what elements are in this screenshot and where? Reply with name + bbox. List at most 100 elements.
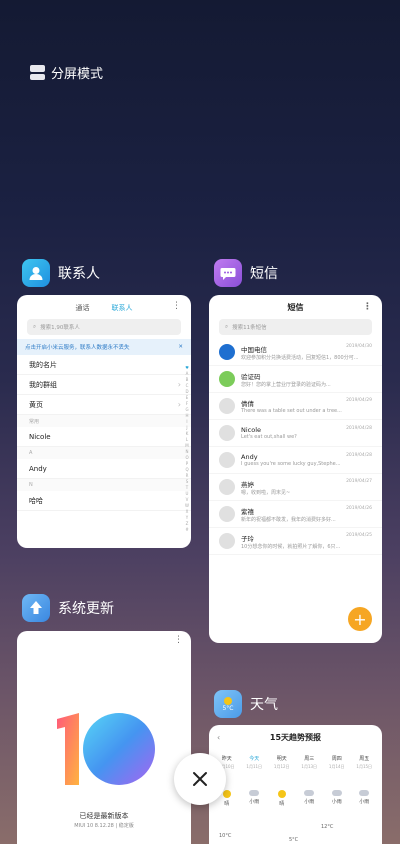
- forecast-day[interactable]: 周五 1月15日: [351, 755, 379, 770]
- alphabet-index[interactable]: ♥ A B C D E F G H I J K L M N O P Q R S T U V W X Y Z #: [185, 365, 189, 532]
- message-preview: 嗯，收到啦，周末见~: [241, 489, 291, 496]
- weather-app-name: 天气: [250, 697, 278, 713]
- day-name: 周五: [359, 756, 370, 762]
- weather-card[interactable]: ‹ 15天趋势预报 昨天 1月10日 今天 1月11日 明天 1月12日 周三 1月13日 周四…: [209, 725, 382, 844]
- forecast-condition: 小雨: [241, 790, 269, 807]
- avatar: [219, 452, 235, 468]
- day-name: 昨天: [221, 756, 232, 762]
- message-preview: I guess you're some lucky guy,Stephe...: [241, 461, 341, 467]
- list-item[interactable]: 我的名片: [17, 355, 191, 375]
- alphabet-letter[interactable]: T: [186, 485, 188, 490]
- message-item[interactable]: 倩倩 2019/04/29 There was a table set out un…: [209, 393, 382, 420]
- alphabet-letter[interactable]: A: [186, 371, 189, 376]
- tab-calls[interactable]: 通话: [76, 303, 90, 315]
- alphabet-letter[interactable]: V: [186, 497, 189, 502]
- day-date: 1月14日: [328, 764, 345, 769]
- alphabet-letter[interactable]: Z: [186, 521, 189, 526]
- clear-all-button[interactable]: [174, 753, 226, 805]
- message-header: 中国电信 2019/04/30: [241, 344, 372, 354]
- message-time: 2019/04/26: [346, 505, 372, 511]
- list-item[interactable]: Nicole: [17, 427, 191, 447]
- list-item[interactable]: 黄页 ›: [17, 395, 191, 415]
- alphabet-letter[interactable]: X: [186, 509, 189, 514]
- update-status: 已经是最新版本: [79, 812, 129, 820]
- alphabet-letter[interactable]: F: [186, 401, 188, 406]
- cloud-sync-banner[interactable]: 点击开启小米云服务，联系人数据永不丢失 ✕: [17, 339, 191, 355]
- alphabet-letter[interactable]: K: [186, 431, 189, 436]
- message-item[interactable]: 燕婷 2019/04/27 嗯，收到啦，周末见~: [209, 474, 382, 501]
- alphabet-letter[interactable]: Q: [185, 467, 188, 472]
- message-header: 燕婷 2019/04/27: [241, 479, 372, 489]
- search-icon: ⌕: [225, 323, 229, 330]
- chevron-right-icon: ›: [177, 380, 181, 389]
- sun-icon: [277, 790, 286, 798]
- message-item[interactable]: 子玲 2019/04/25 10分想念你的时候，就拍照片了解你，6只...: [209, 528, 382, 555]
- alphabet-letter[interactable]: D: [185, 389, 188, 394]
- tab-contacts[interactable]: 联系人: [112, 303, 133, 315]
- alphabet-letter[interactable]: ♥: [185, 365, 189, 370]
- split-screen-icon: [30, 65, 45, 80]
- sms-card[interactable]: 短信 ⋮ ⌕ 搜索11条短信 中国电信 2019/04/30 欢迎参加积分兑换话费活…: [209, 295, 382, 643]
- alphabet-letter[interactable]: O: [185, 455, 188, 460]
- alphabet-letter[interactable]: M: [185, 443, 188, 448]
- message-item[interactable]: 紫禧 2019/04/26 新年的祝福都不敢发，我年的消费好多好...: [209, 501, 382, 528]
- section-header: 常用: [17, 415, 191, 427]
- alphabet-letter[interactable]: U: [186, 491, 189, 496]
- contacts-search-input[interactable]: ⌕ 搜索1,90联系人: [27, 319, 181, 335]
- list-item[interactable]: 我的群组 ›: [17, 375, 191, 395]
- list-item[interactable]: Andy: [17, 459, 191, 479]
- update-card[interactable]: ⋮ 已经是最新版本 MIUI 10 8.12.28 | 稳定版: [17, 631, 191, 844]
- close-icon[interactable]: ✕: [178, 344, 183, 350]
- day-name: 明天: [276, 756, 287, 762]
- message-item[interactable]: Andy 2019/04/28 I guess you're some lucky …: [209, 447, 382, 474]
- split-screen-button[interactable]: 分屏模式: [30, 63, 103, 82]
- condition-label: 小雨: [331, 799, 342, 805]
- alphabet-letter[interactable]: I: [186, 419, 187, 424]
- message-header: Andy 2019/04/28: [241, 453, 372, 461]
- more-icon[interactable]: ⋮: [363, 302, 372, 312]
- forecast-condition: 小雨: [296, 790, 324, 807]
- more-icon[interactable]: ⋮: [172, 301, 181, 311]
- forecast-day[interactable]: 今天 1月11日: [241, 755, 269, 770]
- message-preview: 新年的祝福都不敢发，我年的消费好多好...: [241, 516, 336, 523]
- alphabet-letter[interactable]: H: [186, 413, 189, 418]
- alphabet-letter[interactable]: #: [185, 527, 188, 532]
- message-item[interactable]: Nicole 2019/04/28 Let's eat out,shall we?: [209, 420, 382, 447]
- forecast-day[interactable]: 周三 1月13日: [296, 755, 324, 770]
- sms-app-icon: [214, 259, 242, 287]
- alphabet-letter[interactable]: J: [186, 425, 187, 430]
- back-icon[interactable]: ‹: [217, 733, 220, 742]
- alphabet-letter[interactable]: E: [186, 395, 189, 400]
- forecast-condition: 小雨: [351, 790, 379, 807]
- message-preview: 您好！您的掌上营业厅登录的验证码为...: [241, 381, 331, 388]
- alphabet-letter[interactable]: G: [185, 407, 188, 412]
- alphabet-letter[interactable]: L: [186, 437, 188, 442]
- alphabet-letter[interactable]: N: [186, 449, 189, 454]
- message-item[interactable]: 中国电信 2019/04/30 欢迎参加积分兑换话费活动，回复短信1，800分可..…: [209, 339, 382, 366]
- contacts-card[interactable]: 通话 联系人 ⋮ ⌕ 搜索1,90联系人 点击开启小米云服务，联系人数据永不丢失…: [17, 295, 191, 548]
- alphabet-letter[interactable]: B: [186, 377, 189, 382]
- message-item[interactable]: 验证码 您好！您的掌上营业厅登录的验证码为...: [209, 366, 382, 393]
- alphabet-letter[interactable]: P: [186, 461, 188, 466]
- avatar: [219, 533, 235, 549]
- message-body: 倩倩 2019/04/29 There was a table set out un…: [241, 398, 372, 414]
- forecast-day[interactable]: 明天 1月12日: [268, 755, 296, 770]
- more-icon[interactable]: ⋮: [174, 635, 183, 645]
- sms-search-placeholder: 搜索11条短信: [232, 325, 267, 331]
- alphabet-letter[interactable]: Y: [186, 515, 188, 520]
- message-time: 2019/04/28: [346, 453, 372, 458]
- contacts-app-name: 联系人: [58, 266, 100, 282]
- alphabet-letter[interactable]: C: [186, 383, 189, 388]
- condition-label: 晴: [224, 801, 230, 807]
- weather-icon-temp: 5°C: [222, 704, 234, 712]
- sender-name: 中国电信: [241, 345, 267, 354]
- sms-search-input[interactable]: ⌕ 搜索11条短信: [219, 319, 372, 335]
- new-message-button[interactable]: +: [348, 607, 372, 631]
- forecast-day[interactable]: 周四 1月14日: [323, 755, 351, 770]
- alphabet-letter[interactable]: W: [185, 503, 189, 508]
- alphabet-letter[interactable]: S: [186, 479, 189, 484]
- alphabet-letter[interactable]: R: [186, 473, 189, 478]
- update-app-title: 系统更新: [22, 594, 114, 622]
- sun-icon: [224, 696, 232, 705]
- list-item[interactable]: 哈哈: [17, 491, 191, 511]
